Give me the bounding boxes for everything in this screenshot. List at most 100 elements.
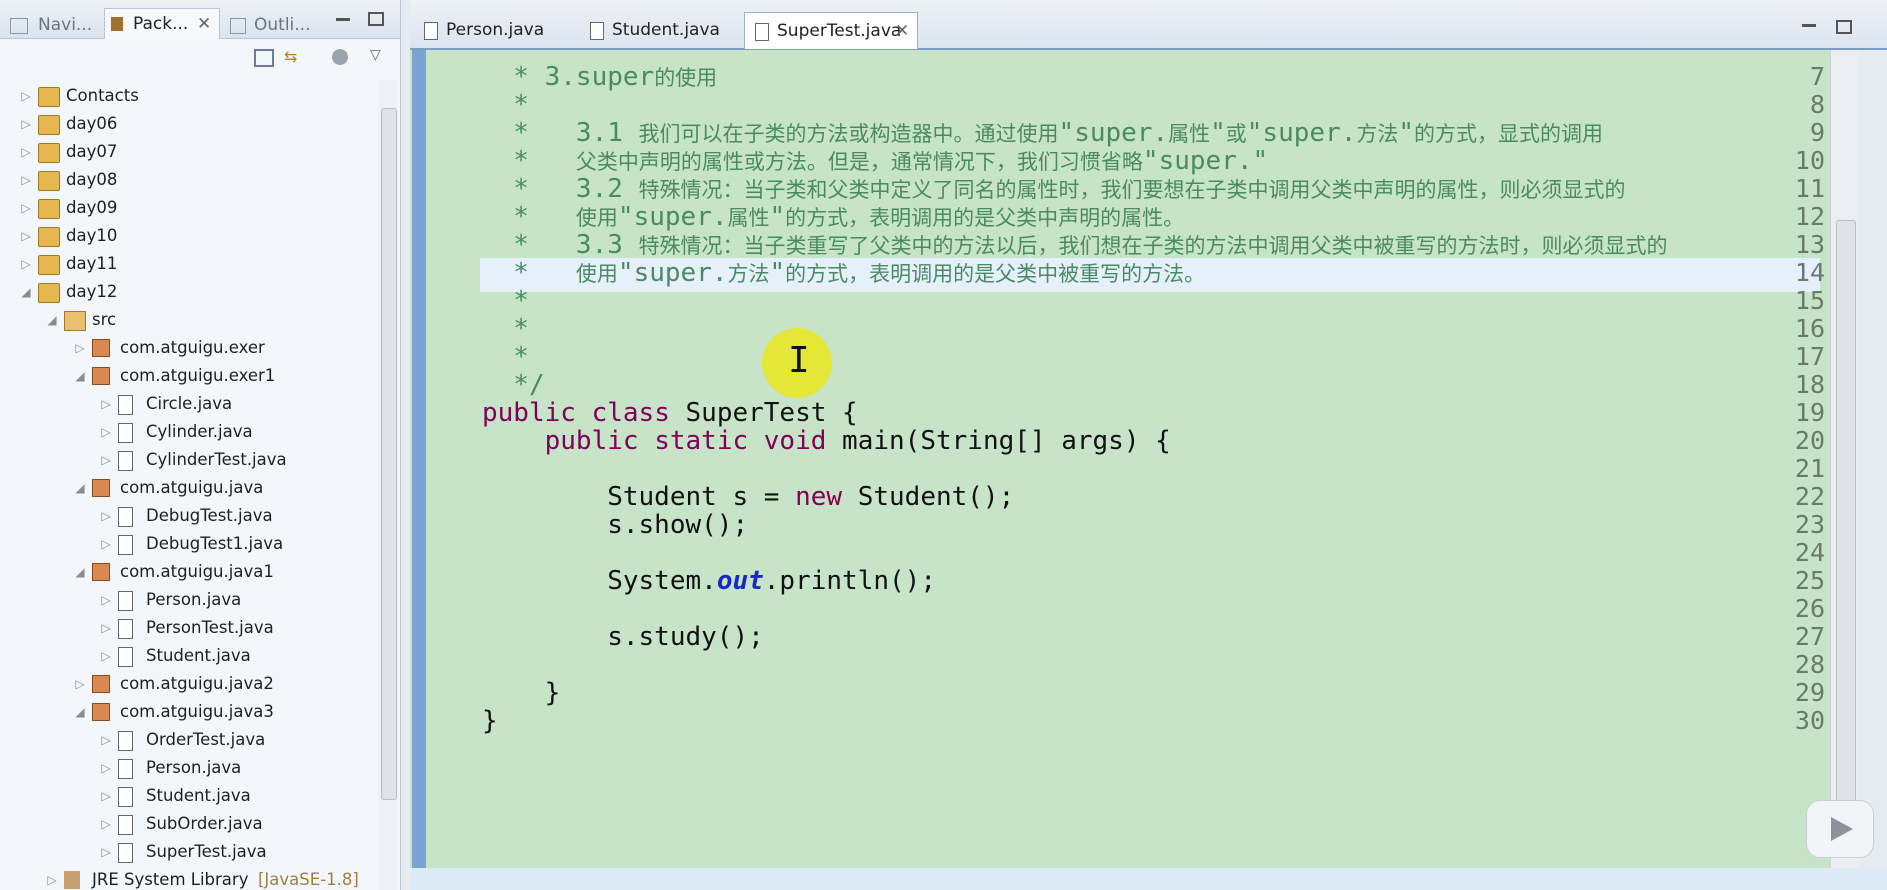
chevron-right-icon[interactable]: ▷: [100, 390, 112, 418]
code-token: public: [482, 398, 576, 428]
code-token: *: [482, 258, 576, 288]
chevron-down-icon[interactable]: ◢: [74, 362, 86, 390]
tab-package-explorer[interactable]: Pack... ✕: [104, 8, 220, 39]
code-line[interactable]: * 使用"super.方法"的方式，表明调用的是父类中被重写的方法。: [482, 258, 1205, 292]
tree-item-label: Cylinder.java: [146, 422, 253, 441]
chevron-right-icon[interactable]: ▷: [100, 782, 112, 810]
tree-item-label: day06: [66, 114, 118, 133]
collapse-all-icon[interactable]: [254, 49, 274, 67]
line-number: 12: [1794, 202, 1825, 231]
code-token: ": [1210, 118, 1226, 148]
link-with-editor-icon[interactable]: ⇆: [284, 47, 302, 66]
code-token: 属性: [727, 206, 770, 230]
maximize-icon[interactable]: [368, 12, 384, 26]
chevron-right-icon[interactable]: ▷: [20, 222, 32, 250]
code-token: "super.: [1246, 118, 1357, 148]
code-line[interactable]: System.out.println();: [482, 566, 936, 600]
editor-scrollbar-thumb[interactable]: [1836, 220, 1856, 822]
tree-item-label: day09: [66, 198, 118, 217]
chevron-right-icon[interactable]: ▷: [20, 110, 32, 138]
tree-item-label: com.atguigu.java1: [120, 562, 274, 581]
chevron-right-icon[interactable]: ▷: [100, 530, 112, 558]
chevron-right-icon[interactable]: ▷: [74, 334, 86, 362]
close-icon[interactable]: ✕: [197, 9, 211, 39]
editor-scrollbar[interactable]: [1830, 50, 1859, 868]
code-token: 的方式，显式的调用: [1414, 122, 1604, 146]
chevron-right-icon[interactable]: ▷: [100, 810, 112, 838]
code-token: Student();: [842, 482, 1015, 512]
chevron-right-icon[interactable]: ▷: [100, 586, 112, 614]
chevron-right-icon[interactable]: ▷: [46, 866, 58, 890]
tree-item-label: DebugTest.java: [146, 506, 273, 525]
package-icon: [92, 367, 110, 385]
maximize-icon[interactable]: [1836, 20, 1852, 34]
video-play-icon[interactable]: [1806, 800, 1874, 858]
chevron-right-icon[interactable]: ▷: [20, 82, 32, 110]
chevron-down-icon[interactable]: ◢: [74, 698, 86, 726]
chevron-right-icon[interactable]: ▷: [100, 502, 112, 530]
tree-item-label: com.atguigu.exer1: [120, 366, 276, 385]
chevron-right-icon[interactable]: ▷: [100, 614, 112, 642]
chevron-right-icon[interactable]: ▷: [20, 166, 32, 194]
line-number-gutter: [410, 50, 480, 868]
tree-item-label: com.atguigu.exer: [120, 338, 265, 357]
chevron-right-icon[interactable]: ▷: [100, 642, 112, 670]
code-token: *: [482, 314, 529, 344]
tree-item-label: com.atguigu.java: [120, 478, 264, 497]
tab-navigator[interactable]: Navi...: [6, 12, 102, 38]
chevron-down-icon[interactable]: ◢: [46, 306, 58, 334]
java-file-icon: [118, 451, 133, 471]
line-number: 16: [1794, 314, 1825, 343]
tree-item-label: DebugTest1.java: [146, 534, 284, 553]
package-icon: [92, 703, 110, 721]
line-number: 22: [1794, 482, 1825, 511]
code-line[interactable]: }: [482, 706, 498, 740]
close-icon[interactable]: ✕: [895, 13, 909, 49]
chevron-down-icon[interactable]: ◢: [20, 278, 32, 306]
chevron-right-icon[interactable]: ▷: [100, 418, 112, 446]
tree-scrollbar[interactable]: [378, 80, 398, 890]
minimize-icon[interactable]: [1802, 24, 1816, 27]
chevron-right-icon[interactable]: ▷: [100, 838, 112, 866]
code-editor[interactable]: 7 * 3.super的使用 8 * 9 * 3.1 我们可以在子类的方法或构造器中…: [410, 50, 1830, 868]
code-token: public: [544, 426, 639, 456]
filter-icon[interactable]: [332, 49, 348, 65]
code-line[interactable]: s.show();: [482, 510, 748, 544]
tree-item-label: com.atguigu.java2: [120, 674, 274, 693]
overview-strip: [412, 50, 426, 868]
package-icon: [92, 339, 110, 357]
horizontal-scrollbar[interactable]: [410, 868, 1887, 890]
chevron-right-icon[interactable]: ▷: [20, 194, 32, 222]
project-folder-icon: [38, 283, 60, 303]
tree-item-label: src: [92, 310, 117, 329]
code-token: 我们可以在子类的方法或构造器中。通过使用: [638, 122, 1059, 146]
tree-item-label: Person.java: [146, 590, 242, 609]
chevron-right-icon[interactable]: ▷: [100, 446, 112, 474]
code-token: out: [716, 566, 764, 596]
tab-outline[interactable]: Outli...: [226, 12, 322, 38]
chevron-right-icon[interactable]: ▷: [74, 670, 86, 698]
tab-student-java[interactable]: Student.java: [582, 12, 722, 48]
chevron-right-icon[interactable]: ▷: [20, 250, 32, 278]
view-menu-icon[interactable]: ▽: [370, 47, 381, 63]
source-folder-icon: [64, 311, 86, 331]
code-token: "super.": [1142, 146, 1269, 176]
code-line[interactable]: s.study();: [482, 622, 764, 656]
line-number: 14: [1794, 258, 1825, 287]
chevron-down-icon[interactable]: ◢: [74, 558, 86, 586]
minimize-icon[interactable]: [336, 18, 350, 21]
line-number: 15: [1794, 286, 1825, 315]
tab-person-java[interactable]: Person.java: [416, 12, 544, 48]
code-line[interactable]: public static void main(String[] args) {: [482, 426, 1171, 460]
tree-scrollbar-thumb[interactable]: [381, 108, 397, 800]
line-number: 11: [1794, 174, 1825, 203]
chevron-right-icon[interactable]: ▷: [100, 726, 112, 754]
tab-supertest-java[interactable]: SuperTest.java ✕: [744, 12, 918, 49]
chevron-down-icon[interactable]: ◢: [74, 474, 86, 502]
tree-item-label: CylinderTest.java: [146, 450, 287, 469]
project-folder-icon: [38, 171, 60, 191]
chevron-right-icon[interactable]: ▷: [100, 754, 112, 782]
tree-item-label: SubOrder.java: [146, 814, 263, 833]
chevron-right-icon[interactable]: ▷: [20, 138, 32, 166]
